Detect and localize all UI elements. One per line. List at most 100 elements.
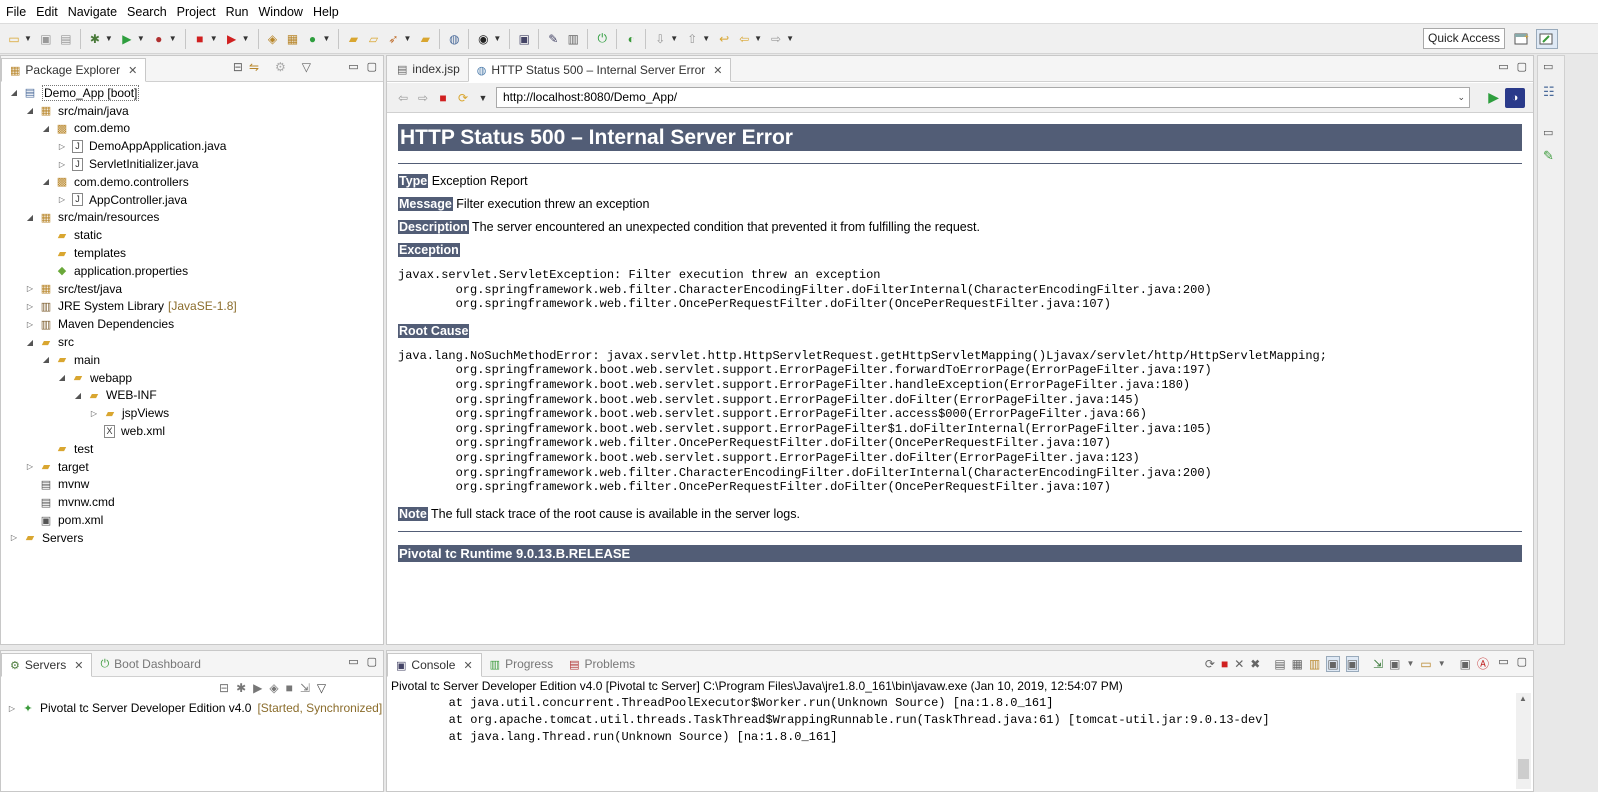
scroll-up-icon[interactable]: ▲ (1519, 694, 1527, 703)
chevron-down-icon[interactable]: ▼ (169, 34, 177, 43)
run-external-icon[interactable]: ● (150, 30, 168, 48)
view-menu-icon[interactable]: ▽ (302, 60, 311, 74)
tab-problems[interactable]: ▤ Problems (561, 652, 643, 676)
stop-icon[interactable]: ■ (191, 30, 209, 48)
chevron-right-icon[interactable]: ▷ (9, 533, 19, 542)
view-menu-icon[interactable]: ▽ (317, 681, 326, 695)
close-icon[interactable]: ✕ (128, 64, 137, 77)
chevron-down-icon[interactable]: ◢ (57, 373, 67, 382)
chevron-down-icon[interactable]: ◢ (41, 355, 51, 364)
chevron-right-icon[interactable]: ▷ (25, 462, 35, 471)
tree-item[interactable]: ▷ ▰ target (1, 458, 383, 476)
tree-item[interactable]: ▤ mvnw.cmd (1, 493, 383, 511)
minimize-icon[interactable]: ▭ (1498, 655, 1508, 668)
outline-icon[interactable]: ☷ (1543, 84, 1555, 100)
maximize-icon[interactable]: ▢ (1517, 655, 1527, 668)
open-folder-icon[interactable]: ▱ (364, 30, 382, 48)
tree-item[interactable]: ◆ application.properties (1, 262, 383, 280)
show-stdout-icon[interactable]: ▣ (1326, 655, 1340, 672)
chevron-down-icon[interactable]: ▼ (242, 34, 250, 43)
open-type-icon[interactable]: ▰ (344, 30, 362, 48)
tree-item[interactable]: ▰ test (1, 440, 383, 458)
tab-console[interactable]: ▣ Console ✕ (387, 653, 482, 677)
menu-window[interactable]: Window (257, 5, 311, 19)
show-stderr-icon[interactable]: ▣ (1345, 655, 1360, 672)
tree-item[interactable]: ▣ pom.xml (1, 511, 383, 529)
next-annotation-icon[interactable]: ⇩ (651, 30, 669, 48)
tree-item[interactable]: ▷ J ServletInitializer.java (1, 155, 383, 173)
chevron-down-icon[interactable]: ▼ (786, 34, 794, 43)
tree-item[interactable]: ◢ ▦ src/main/resources (1, 209, 383, 227)
forward-icon[interactable]: ⇨ (413, 88, 433, 108)
menu-search[interactable]: Search (125, 5, 175, 19)
clear-console-icon[interactable]: ▤ (1274, 657, 1285, 671)
open-perspective-icon[interactable]: + (1511, 29, 1533, 49)
chevron-down-icon[interactable]: ⌄ (1457, 88, 1465, 107)
chevron-down-icon[interactable]: ▼ (754, 34, 762, 43)
open-project-icon[interactable]: ▰ (416, 30, 434, 48)
menu-run[interactable]: Run (224, 5, 257, 19)
remove-launch-icon[interactable]: ✕ (1234, 657, 1244, 671)
chevron-down-icon[interactable]: ▼ (670, 34, 678, 43)
url-input[interactable]: http://localhost:8080/Demo_App/ ⌄ (496, 87, 1470, 108)
menu-file[interactable]: File (4, 5, 34, 19)
chevron-right-icon[interactable]: ▷ (25, 284, 35, 293)
chevron-right-icon[interactable]: ▷ (25, 320, 35, 329)
chevron-right-icon[interactable]: ▷ (57, 142, 67, 151)
filter-icon[interactable]: ⚙ (275, 60, 286, 74)
terminate-icon[interactable]: ▥ (564, 30, 582, 48)
terminate-icon[interactable]: ■ (1221, 657, 1228, 671)
spring-explorer-icon[interactable]: ✎ (1543, 148, 1554, 164)
new-java-project-icon[interactable]: ◈ (264, 30, 282, 48)
chevron-down-icon[interactable]: ▼ (24, 34, 32, 43)
tab-index-jsp[interactable]: ▤ index.jsp (389, 57, 468, 81)
minimize-icon[interactable]: ▭ (348, 60, 358, 73)
quick-access-input[interactable]: Quick Access (1423, 28, 1505, 49)
restore-icon[interactable]: ▭ (1543, 60, 1553, 73)
chevron-down-icon[interactable]: ◢ (41, 177, 51, 186)
chevron-right-icon[interactable]: ▷ (57, 195, 67, 204)
pin-console-icon[interactable]: ⇲ (1373, 657, 1383, 671)
tab-servers[interactable]: ⚙ Servers ✕ (1, 653, 93, 677)
tree-item[interactable]: ▰ templates (1, 244, 383, 262)
menu-edit[interactable]: Edit (34, 5, 66, 19)
tree-item[interactable]: ◢ ▦ src/main/java (1, 102, 383, 120)
tree-item[interactable]: ◢ ▩ com.demo (1, 120, 383, 138)
link-with-editor-icon[interactable]: ⇋ (249, 60, 259, 74)
close-icon[interactable]: ✕ (463, 659, 472, 672)
console-scrollbar[interactable]: ▲ (1516, 693, 1531, 789)
scrollbar-thumb[interactable] (1518, 759, 1529, 779)
globe-icon[interactable]: ◍ (445, 30, 463, 48)
chevron-down-icon[interactable]: ◢ (25, 213, 35, 222)
chevron-down-icon[interactable]: ▼ (137, 34, 145, 43)
search-icon[interactable]: ➶ (384, 30, 402, 48)
tree-item[interactable]: ▷ ▰ jspViews (1, 404, 383, 422)
debug-icon[interactable]: ✱ (86, 30, 104, 48)
menu-project[interactable]: Project (175, 5, 224, 19)
menu-navigate[interactable]: Navigate (66, 5, 125, 19)
tab-progress[interactable]: ▥ Progress (482, 652, 561, 676)
minimize-icon[interactable]: ▭ (1498, 60, 1508, 73)
start-server-icon[interactable]: ▶ (253, 681, 262, 695)
new-icon[interactable]: ▭ (5, 30, 23, 48)
menu-help[interactable]: Help (311, 5, 347, 19)
restart-icon[interactable]: ⟳ (1205, 657, 1215, 671)
publish-icon[interactable]: ⇲ (300, 681, 310, 695)
chevron-down-icon[interactable]: ◢ (41, 124, 51, 133)
spring-power-icon[interactable]: ⏻ (593, 30, 611, 48)
chevron-down-icon[interactable]: ▼ (1438, 659, 1446, 668)
new-class-icon[interactable]: ● (304, 30, 322, 48)
spring-boot-icon[interactable]: ◐ (622, 30, 640, 48)
forward-icon[interactable]: ⇨ (767, 30, 785, 48)
properties-icon[interactable]: ▣ (1460, 657, 1471, 671)
prev-annotation-icon[interactable]: ⇧ (683, 30, 701, 48)
new-package-icon[interactable]: ▦ (284, 30, 302, 48)
chevron-down-icon[interactable]: ▼ (702, 34, 710, 43)
display-console-icon[interactable]: ▣ (1389, 657, 1400, 671)
aspect-icon[interactable]: Ⓐ (1477, 655, 1489, 672)
word-wrap-icon[interactable]: ▥ (1309, 657, 1320, 671)
spring-perspective-icon[interactable] (1536, 29, 1558, 49)
minimize-icon[interactable]: ▭ (348, 655, 358, 668)
collapse-all-icon[interactable]: ⊟ (233, 60, 243, 74)
tree-item[interactable]: ▷ ▥ Maven Dependencies (1, 315, 383, 333)
